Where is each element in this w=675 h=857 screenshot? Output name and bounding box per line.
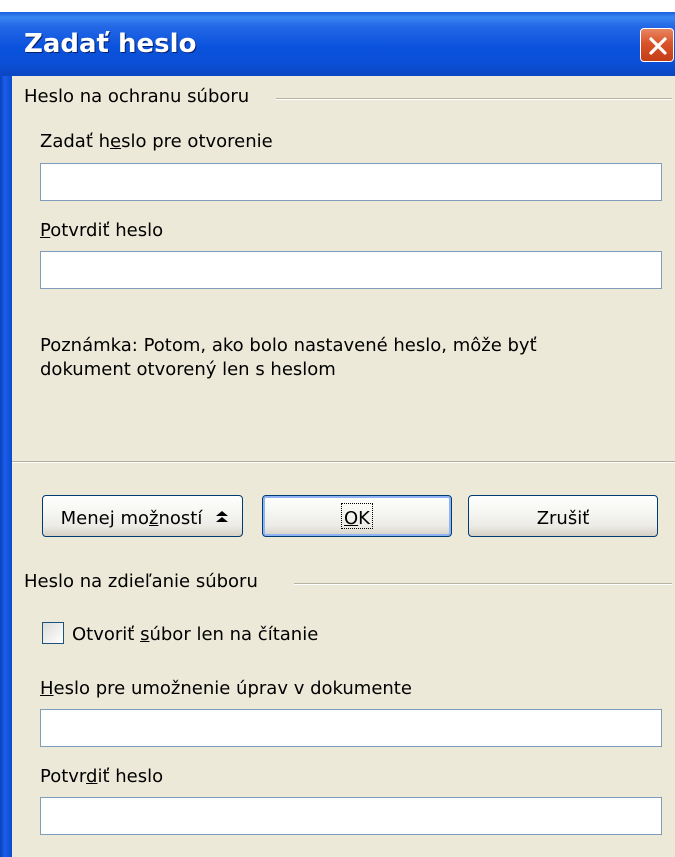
note-text-line-2: dokument otvorený len s heslom <box>40 359 336 380</box>
file-sharing-group-line <box>294 583 672 585</box>
file-sharing-group-label: Heslo na zdieľanie súboru <box>24 571 258 592</box>
read-only-checkbox[interactable] <box>42 622 64 644</box>
edit-password-input[interactable] <box>40 709 662 747</box>
read-only-checkbox-label[interactable]: Otvoriť súbor len na čítanie <box>72 624 318 645</box>
less-options-label: Menej možností <box>60 508 203 529</box>
dialog-body: Heslo na ochranu súboru Zadať heslo pre … <box>12 76 675 857</box>
note-text-line-1: Poznámka: Potom, ako bolo nastavené hesl… <box>40 335 537 356</box>
double-chevron-up-icon <box>216 511 228 522</box>
open-password-label: Zadať heslo pre otvorenie <box>40 131 273 152</box>
dialog-title: Zadať heslo <box>24 29 197 59</box>
close-icon <box>649 37 667 55</box>
confirm-password-label: Potvrdiť heslo <box>40 220 164 241</box>
file-protection-group-label: Heslo na ochranu súboru <box>24 86 250 107</box>
ok-button[interactable]: OK <box>262 495 452 537</box>
less-options-button[interactable]: Menej možností <box>42 495 243 537</box>
cancel-label: Zrušiť <box>536 508 590 529</box>
sharing-confirm-password-input[interactable] <box>40 797 662 835</box>
section-separator <box>12 461 675 463</box>
title-bar[interactable]: Zadať heslo <box>0 12 675 76</box>
close-button[interactable] <box>640 28 674 62</box>
ok-label: OK <box>344 508 370 529</box>
file-protection-group-line <box>276 98 672 100</box>
sharing-confirm-password-label: Potvrdiť heslo <box>40 766 164 787</box>
confirm-password-input[interactable] <box>40 251 662 289</box>
edit-password-label: Heslo pre umožnenie úprav v dokumente <box>40 678 412 699</box>
window-frame-left <box>0 76 12 857</box>
cancel-button[interactable]: Zrušiť <box>468 495 658 537</box>
password-dialog: Zadať heslo Heslo na ochranu súboru Zada… <box>0 0 675 857</box>
open-password-input[interactable] <box>40 163 662 201</box>
